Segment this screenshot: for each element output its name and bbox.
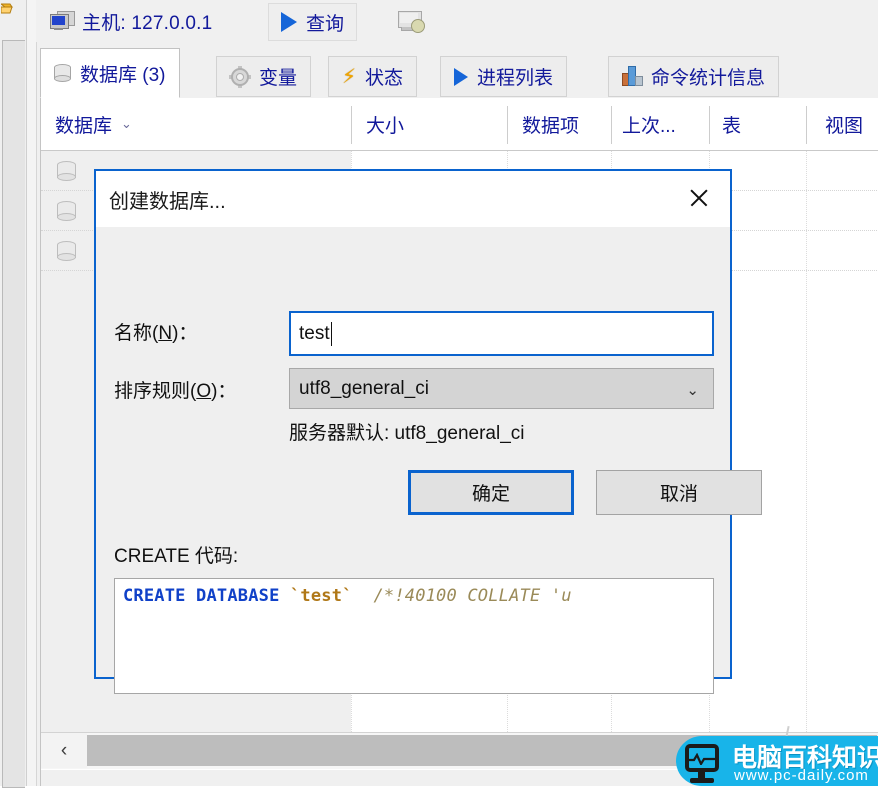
tab-variables-label: 变量 bbox=[259, 68, 298, 89]
name-label-suffix: )： bbox=[172, 323, 198, 344]
dialog-body: 名称(N)： test 排序规则(O)： utf8_general_ci ⌄ 服… bbox=[96, 227, 762, 694]
column-header-last[interactable]: 上次... bbox=[612, 98, 709, 150]
watermark-url: www.pc-daily.com bbox=[734, 767, 869, 784]
column-header-views[interactable]: 视图 bbox=[807, 98, 878, 150]
tab-variables[interactable]: 变量 bbox=[216, 56, 312, 97]
table-row[interactable] bbox=[57, 241, 76, 262]
tab-command-statistics[interactable]: 命令统计信息 bbox=[608, 56, 780, 97]
bar-chart-icon bbox=[622, 65, 643, 86]
column-header-database[interactable]: 数据库 ⌄ bbox=[41, 98, 351, 150]
column-header-views-label: 视图 bbox=[825, 115, 864, 137]
column-header-items-label: 数据项 bbox=[522, 115, 580, 137]
tab-databases-label: 数据库 (3) bbox=[80, 64, 166, 86]
close-button[interactable] bbox=[672, 175, 726, 221]
column-header-last-label: 上次... bbox=[622, 115, 676, 137]
play-triangle-icon bbox=[454, 67, 468, 86]
server-default-text: 服务器默认: utf8_general_ci bbox=[289, 423, 525, 444]
grid-header-row: 数据库 ⌄ 大小 数据项 上次... 表 视图 bbox=[41, 98, 878, 151]
column-header-size[interactable]: 大小 bbox=[352, 98, 507, 150]
play-triangle-icon bbox=[281, 12, 297, 32]
monitor-icon bbox=[50, 11, 75, 31]
watermark-logo: 电脑百科知识 www.pc-daily.com bbox=[676, 725, 878, 786]
left-panel-box bbox=[2, 40, 25, 788]
create-database-dialog: 创建数据库... 名称(N)： test 排序规则(O)： utf8_gener… bbox=[94, 169, 762, 694]
new-query-button[interactable] bbox=[394, 6, 428, 36]
chevron-down-icon: ⌄ bbox=[686, 382, 699, 399]
database-name-value: test bbox=[299, 322, 330, 344]
tab-process-list[interactable]: 进程列表 bbox=[440, 56, 568, 97]
column-header-tables-label: 表 bbox=[722, 115, 742, 137]
cancel-button[interactable]: 取消 bbox=[596, 470, 762, 515]
column-header-size-label: 大小 bbox=[366, 115, 405, 137]
lightning-bolt-icon: ⚡ bbox=[342, 65, 357, 88]
collation-select[interactable]: utf8_general_ci ⌄ bbox=[289, 368, 714, 409]
toolbar: 主机: 127.0.0.1 查询 bbox=[36, 0, 878, 42]
sql-identifier: `test` bbox=[289, 586, 353, 606]
app-window: 主机: 127.0.0.1 查询 数据库 (3) 变量 ⚡ 状态 进程列表 命令… bbox=[0, 0, 878, 788]
tab-command-statistics-label: 命令统计信息 bbox=[651, 68, 766, 89]
create-code-line: CREATE DATABASE `test` /*!40100 COLLATE … bbox=[123, 586, 713, 606]
host-tab[interactable]: 主机: 127.0.0.1 bbox=[44, 4, 218, 38]
collation-selected-value: utf8_general_ci bbox=[299, 377, 429, 399]
left-edge-panel bbox=[0, 0, 27, 788]
heartbeat-line-icon bbox=[689, 753, 715, 765]
tab-strip: 数据库 (3) 变量 ⚡ 状态 进程列表 命令统计信息 bbox=[40, 48, 878, 99]
text-cursor bbox=[330, 321, 333, 346]
sql-comment: /*!40100 COLLATE 'u bbox=[373, 586, 572, 606]
column-header-items[interactable]: 数据项 bbox=[508, 98, 611, 150]
host-label: 主机: 127.0.0.1 bbox=[82, 12, 213, 34]
tree-node-icon bbox=[1, 2, 17, 18]
scroll-left-button[interactable]: ‹ bbox=[41, 733, 87, 768]
database-icon bbox=[54, 63, 71, 83]
collation-label-suffix: )： bbox=[211, 381, 237, 402]
dialog-title: 创建数据库... bbox=[109, 191, 226, 213]
tab-status[interactable]: ⚡ 状态 bbox=[328, 56, 418, 97]
database-name-input[interactable]: test bbox=[289, 311, 714, 356]
collation-label-accesskey: O bbox=[196, 381, 212, 402]
ok-button[interactable]: 确定 bbox=[408, 470, 574, 515]
tab-process-list-label: 进程列表 bbox=[477, 68, 554, 89]
column-header-tables[interactable]: 表 bbox=[710, 98, 806, 150]
create-code-label: CREATE 代码: bbox=[114, 546, 239, 567]
sql-keyword: CREATE DATABASE bbox=[123, 586, 280, 606]
close-icon bbox=[688, 187, 710, 209]
name-label-accesskey: N bbox=[158, 323, 173, 344]
query-tab[interactable]: 查询 bbox=[268, 3, 358, 41]
tab-databases[interactable]: 数据库 (3) bbox=[40, 48, 180, 98]
collation-label-prefix: 排序规则( bbox=[114, 381, 197, 402]
new-query-icon bbox=[398, 10, 425, 33]
tab-status-label: 状态 bbox=[365, 68, 404, 89]
name-label-prefix: 名称( bbox=[114, 323, 159, 344]
query-tab-label: 查询 bbox=[306, 13, 345, 35]
column-header-database-label: 数据库 bbox=[55, 115, 113, 137]
left-edge-panel-2 bbox=[27, 0, 37, 786]
create-code-box[interactable]: CREATE DATABASE `test` /*!40100 COLLATE … bbox=[114, 578, 714, 694]
table-row[interactable] bbox=[57, 201, 76, 222]
dialog-title-bar: 创建数据库... bbox=[96, 171, 730, 227]
table-row[interactable] bbox=[57, 161, 76, 182]
name-field-label: 名称(N)： bbox=[114, 318, 197, 345]
collation-field-label: 排序规则(O)： bbox=[114, 376, 236, 403]
gear-icon bbox=[229, 65, 251, 88]
chevron-down-icon: ⌄ bbox=[121, 116, 132, 131]
